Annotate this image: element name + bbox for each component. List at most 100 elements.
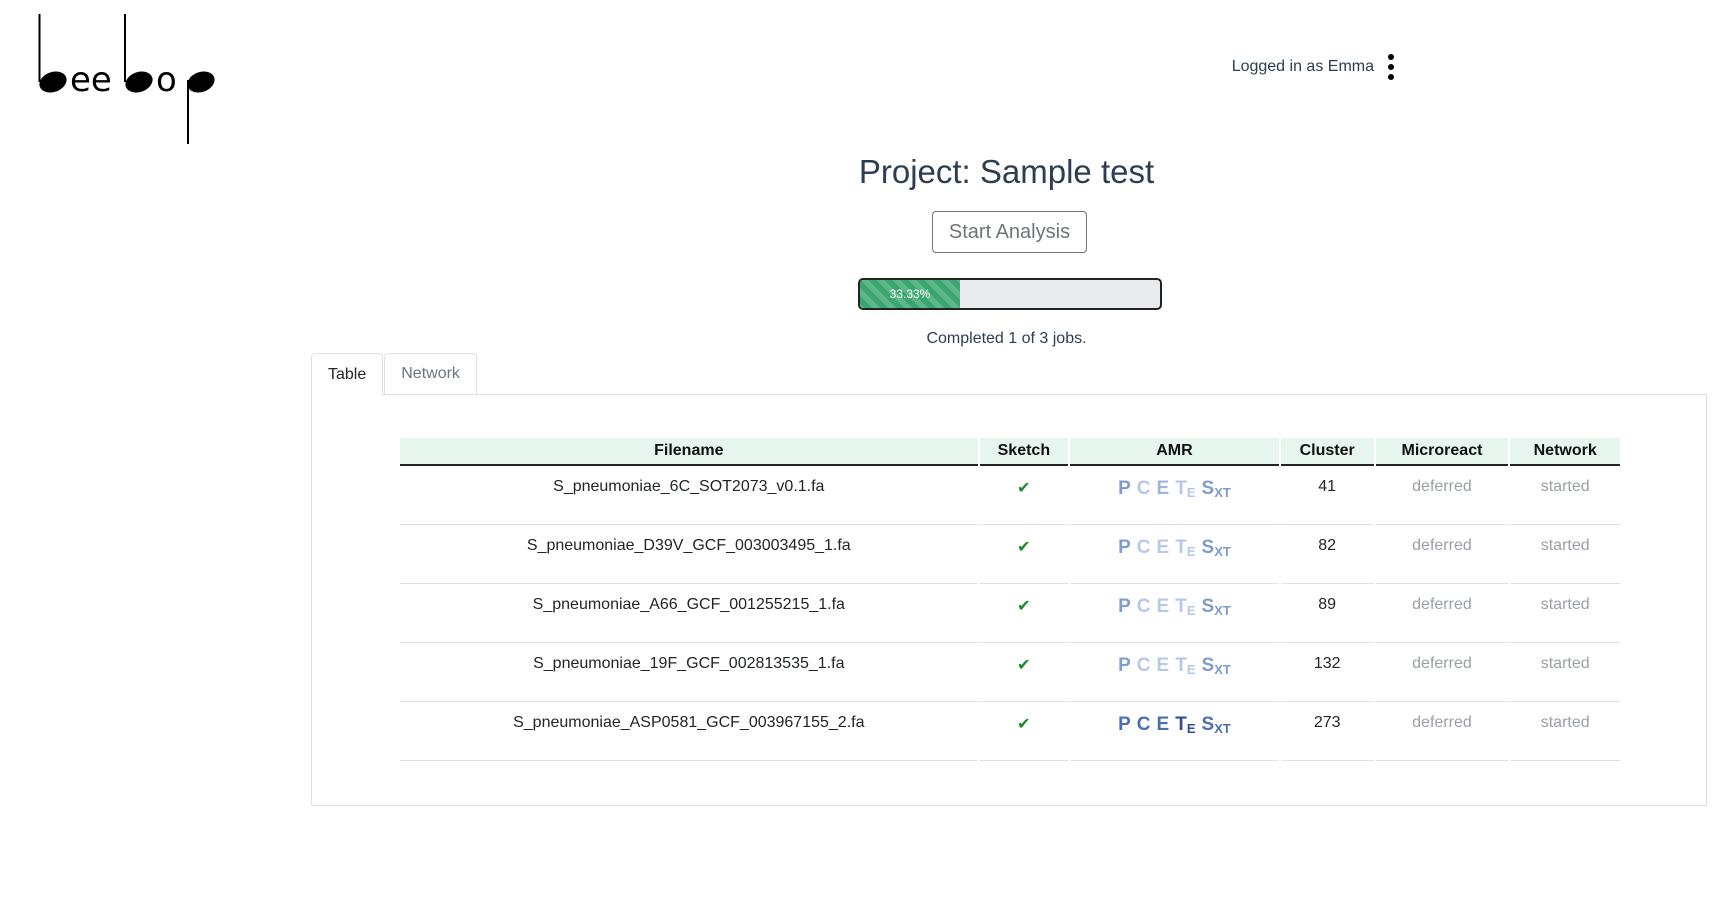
amr-letter: T — [1175, 596, 1187, 617]
cluster-cell[interactable]: 89 — [1280, 584, 1374, 643]
amr-letter: S — [1201, 596, 1215, 617]
amr-icons: P C E T E S XT — [1118, 714, 1231, 736]
beebop-logo[interactable]: beebop ee o — [38, 12, 228, 147]
amr-letter: E — [1156, 478, 1170, 499]
amr-letter: T — [1175, 714, 1187, 735]
amr-letter: E — [1156, 596, 1170, 617]
table-row: S_pneumoniae_D39V_GCF_003003495_1.fa ✔ P… — [400, 525, 1620, 584]
column-header-cluster[interactable]: Cluster — [1280, 438, 1374, 466]
network-status: started — [1510, 643, 1620, 702]
page: beebop ee o Logged in as Emma Project: S… — [0, 0, 1723, 914]
amr-letter: C — [1136, 655, 1151, 676]
amr-letter: XT — [1214, 544, 1231, 559]
microreact-status: deferred — [1375, 702, 1509, 761]
amr-cell: P C E T E S XT — [1070, 466, 1279, 525]
amr-tet-group: TE — [1175, 478, 1195, 500]
column-header-network[interactable]: Network — [1510, 438, 1620, 466]
amr-icons: P C E T E S XT — [1118, 537, 1231, 559]
network-status: started — [1510, 584, 1620, 643]
amr-icons: P C E T E S XT — [1118, 596, 1231, 618]
cluster-cell[interactable]: 273 — [1280, 702, 1374, 761]
amr-cell: P C E T E S XT — [1070, 702, 1279, 761]
amr-letter: E — [1156, 537, 1170, 558]
amr-letter: E — [1186, 662, 1196, 677]
amr-letter: P — [1118, 478, 1131, 499]
column-header-microreact[interactable]: Microreact — [1375, 438, 1509, 466]
sketch-check-icon: ✔ — [979, 643, 1069, 702]
amr-letter: E — [1186, 603, 1196, 618]
amr-letter: E — [1186, 544, 1196, 559]
sketch-check-icon: ✔ — [979, 702, 1069, 761]
amr-icons: P C E T E S XT — [1118, 478, 1231, 500]
amr-tet-group: TE — [1175, 655, 1195, 677]
amr-icons: P C E T E S XT — [1118, 655, 1231, 677]
sketch-check-icon: ✔ — [979, 466, 1069, 525]
results-table: Filename Sketch AMR Cluster Microreact N… — [398, 438, 1622, 761]
filename-cell: S_pneumoniae_A66_GCF_001255215_1.fa — [400, 584, 978, 643]
svg-text:ee: ee — [70, 60, 112, 100]
tab-table[interactable]: Table — [311, 353, 384, 395]
amr-letter: E — [1156, 714, 1170, 735]
amr-letter: T — [1175, 655, 1187, 676]
amr-letter: C — [1136, 714, 1151, 735]
microreact-status: deferred — [1375, 584, 1509, 643]
column-header-filename[interactable]: Filename — [400, 438, 978, 466]
amr-letter: XT — [1214, 485, 1231, 500]
amr-letter: T — [1175, 478, 1187, 499]
kebab-menu-icon[interactable] — [1386, 52, 1396, 82]
microreact-status: deferred — [1375, 643, 1509, 702]
start-analysis-button[interactable]: Start Analysis — [932, 211, 1087, 253]
table-header-row: Filename Sketch AMR Cluster Microreact N… — [400, 438, 1620, 466]
sketch-check-icon: ✔ — [979, 584, 1069, 643]
cluster-cell[interactable]: 82 — [1280, 525, 1374, 584]
amr-cell: P C E T E S XT — [1070, 643, 1279, 702]
column-header-sketch[interactable]: Sketch — [979, 438, 1069, 466]
table-row: S_pneumoniae_6C_SOT2073_v0.1.fa ✔ PCETES… — [400, 466, 1620, 525]
cluster-cell[interactable]: 41 — [1280, 466, 1374, 525]
amr-letter: E — [1186, 485, 1196, 500]
amr-letter: P — [1118, 714, 1131, 735]
filename-cell: S_pneumoniae_19F_GCF_002813535_1.fa — [400, 643, 978, 702]
amr-letter: XT — [1214, 662, 1231, 677]
tab-network[interactable]: Network — [384, 353, 477, 394]
table-row: S_pneumoniae_A66_GCF_001255215_1.fa ✔ PC… — [400, 584, 1620, 643]
progress-caption: Completed 1 of 3 jobs. — [926, 330, 1087, 347]
cluster-cell[interactable]: 132 — [1280, 643, 1374, 702]
amr-sxt-group: S XT — [1202, 655, 1231, 677]
amr-letter: P — [1118, 596, 1131, 617]
amr-tet-group: TE — [1175, 596, 1195, 618]
amr-letter: C — [1136, 537, 1151, 558]
amr-letter: T — [1175, 537, 1187, 558]
amr-sxt-group: S XT — [1202, 596, 1231, 618]
filename-cell: S_pneumoniae_ASP0581_GCF_003967155_2.fa — [400, 702, 978, 761]
user-menu: Logged in as Emma — [1232, 52, 1396, 82]
amr-letter: XT — [1214, 721, 1231, 736]
amr-letter: S — [1201, 537, 1215, 558]
table-row: S_pneumoniae_19F_GCF_002813535_1.fa ✔ PC… — [400, 643, 1620, 702]
amr-letter: C — [1136, 596, 1151, 617]
amr-sxt-group: S XT — [1202, 714, 1231, 736]
amr-letter: E — [1156, 655, 1170, 676]
network-status: started — [1510, 525, 1620, 584]
amr-sxt-group: S XT — [1202, 537, 1231, 559]
column-header-amr[interactable]: AMR — [1070, 438, 1279, 466]
filename-cell: S_pneumoniae_6C_SOT2073_v0.1.fa — [400, 466, 978, 525]
logged-in-label: Logged in as Emma — [1231, 58, 1374, 75]
amr-cell: P C E T E S XT — [1070, 584, 1279, 643]
project-title: Project: Sample test — [858, 153, 1155, 190]
amr-letter: C — [1136, 478, 1151, 499]
amr-tet-group: TE — [1175, 537, 1195, 559]
amr-letter: P — [1118, 537, 1131, 558]
amr-letter: S — [1201, 655, 1215, 676]
amr-letter: S — [1201, 478, 1215, 499]
amr-cell: P C E T E S XT — [1070, 525, 1279, 584]
network-status: started — [1510, 702, 1620, 761]
network-status: started — [1510, 466, 1620, 525]
amr-sxt-group: S XT — [1202, 478, 1231, 500]
svg-text:o: o — [156, 60, 177, 100]
view-tabs: Table Network — [311, 353, 477, 395]
sketch-check-icon: ✔ — [979, 525, 1069, 584]
progress-fill: 33.33% — [860, 280, 960, 308]
amr-letter: S — [1201, 714, 1215, 735]
amr-letter: XT — [1214, 603, 1231, 618]
